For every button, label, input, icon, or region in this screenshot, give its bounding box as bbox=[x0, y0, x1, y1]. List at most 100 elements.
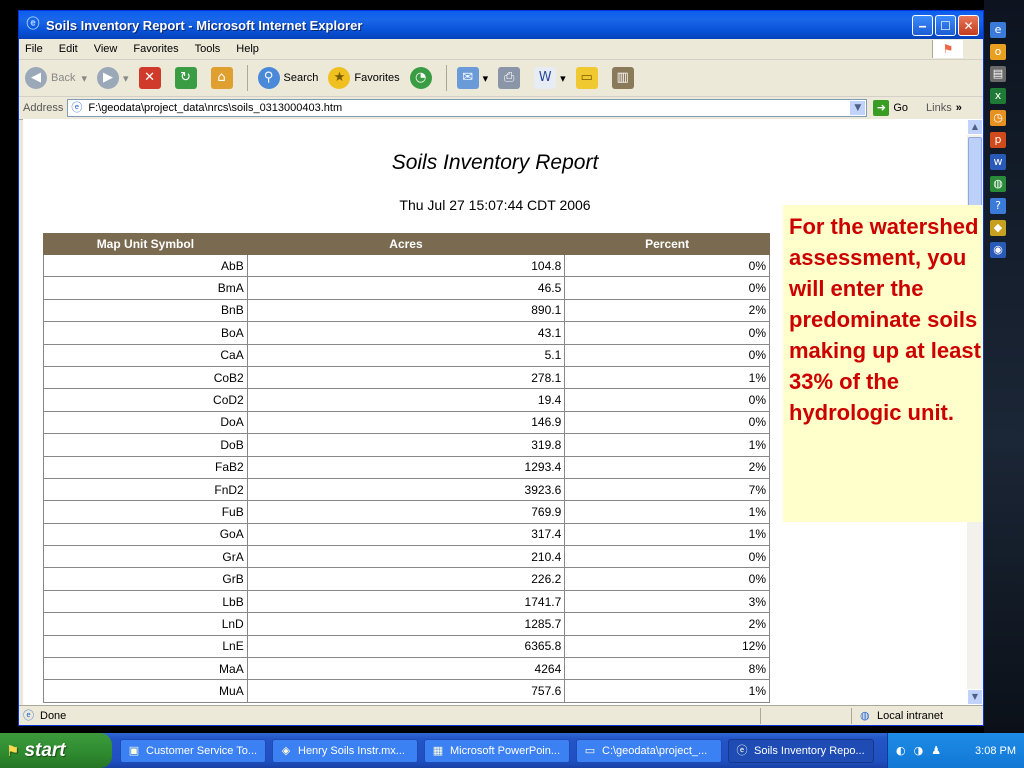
cell-percent: 0% bbox=[564, 388, 770, 412]
go-button[interactable]: ➜ Go bbox=[873, 100, 908, 116]
search-button[interactable]: ⚲ Search bbox=[257, 67, 318, 89]
media-icon[interactable]: ◉ bbox=[990, 242, 1006, 258]
cell-acres: 146.9 bbox=[246, 410, 566, 435]
cell-acres: 19.4 bbox=[246, 388, 566, 412]
antivirus-icon[interactable]: ◐ bbox=[896, 744, 906, 757]
discuss-button[interactable]: ▭ bbox=[575, 67, 602, 89]
cell-acres: 3923.6 bbox=[246, 477, 566, 502]
mail-button[interactable]: ✉ ▾ bbox=[456, 67, 489, 89]
cell-percent: 0% bbox=[564, 567, 770, 591]
maximize-button[interactable]: ☐ bbox=[935, 14, 956, 36]
favorites-button[interactable]: ★ Favorites bbox=[328, 67, 400, 89]
cell-symbol: MuA bbox=[43, 679, 248, 703]
menu-help[interactable]: Help bbox=[236, 43, 259, 55]
task-powerpoint[interactable]: ▦ Microsoft PowerPoin... bbox=[424, 738, 570, 763]
address-dropdown-icon[interactable]: ▼ bbox=[850, 101, 866, 115]
history-button[interactable]: ◔ bbox=[409, 67, 436, 89]
word-icon[interactable]: w bbox=[990, 154, 1006, 170]
cell-acres: 4264 bbox=[246, 657, 566, 681]
printer-icon[interactable]: ▤ bbox=[990, 66, 1006, 82]
search-icon: ⚲ bbox=[257, 67, 280, 89]
go-label: Go bbox=[893, 102, 909, 114]
edit-dropdown-icon[interactable]: ▾ bbox=[560, 72, 566, 85]
forward-arrow-icon: ▶ bbox=[97, 67, 119, 89]
globe-icon[interactable]: ◍ bbox=[990, 176, 1006, 192]
mail-dropdown-icon[interactable]: ▾ bbox=[483, 72, 489, 85]
menu-tools[interactable]: Tools bbox=[195, 43, 221, 55]
cell-percent: 3% bbox=[564, 589, 770, 614]
cell-acres: 890.1 bbox=[246, 298, 566, 323]
network-icon[interactable]: ◑ bbox=[914, 744, 924, 757]
favorites-label: Favorites bbox=[354, 72, 400, 84]
ie-icon[interactable]: e bbox=[990, 22, 1006, 38]
menu-favorites[interactable]: Favorites bbox=[133, 43, 178, 55]
messenger-icon[interactable]: ♟ bbox=[931, 744, 941, 757]
report-title: Soils Inventory Report bbox=[391, 151, 599, 174]
cell-symbol: LnD bbox=[43, 612, 248, 636]
history-icon: ◔ bbox=[409, 67, 432, 89]
table-body: AbB 104.8 0% BmA 46.5 0% BnB 890.1 2% BoA 43.1 0% Ca… bbox=[43, 253, 770, 703]
refresh-button[interactable]: ↻ bbox=[174, 67, 201, 89]
table-row: LnD 1285.7 2% bbox=[43, 612, 770, 636]
outlook-icon[interactable]: o bbox=[990, 44, 1006, 60]
forward-dropdown-icon[interactable]: ▾ bbox=[123, 72, 129, 85]
print-button[interactable]: ⎙ bbox=[498, 67, 524, 89]
cell-percent: 1% bbox=[564, 500, 770, 524]
cell-percent: 0% bbox=[564, 253, 770, 278]
cell-symbol: BnB bbox=[43, 298, 248, 323]
cell-acres: 104.8 bbox=[246, 253, 566, 278]
links-chevron-icon: » bbox=[955, 102, 962, 114]
task-customer-service[interactable]: ▣ Customer Service To... bbox=[120, 738, 266, 763]
help-icon[interactable]: ? bbox=[990, 198, 1006, 214]
table-row: MaA 4264 8% bbox=[43, 657, 770, 681]
stop-button[interactable]: ✕ bbox=[138, 67, 165, 89]
back-dropdown-icon[interactable]: ▾ bbox=[81, 72, 87, 85]
excel-icon[interactable]: x bbox=[990, 88, 1006, 104]
edit-button[interactable]: W ▾ bbox=[534, 67, 566, 89]
close-button[interactable]: ✕ bbox=[958, 14, 979, 36]
home-button[interactable]: ⌂ bbox=[210, 67, 237, 89]
cell-symbol: CoB2 bbox=[43, 365, 248, 390]
cell-symbol: GoA bbox=[43, 522, 248, 547]
intranet-icon: ◍ bbox=[860, 709, 870, 722]
powerpoint-icon[interactable]: p bbox=[990, 132, 1006, 148]
task-label: Microsoft PowerPoin... bbox=[450, 744, 561, 757]
app-icon: ▣ bbox=[128, 743, 140, 757]
table-row: CoD2 19.4 0% bbox=[43, 388, 770, 412]
back-button[interactable]: ◀ Back ▾ bbox=[25, 67, 87, 89]
column-header-symbol: Map Unit Symbol bbox=[43, 233, 248, 255]
menu-view[interactable]: View bbox=[94, 43, 118, 55]
start-button[interactable]: ⚑ start bbox=[0, 733, 112, 768]
cell-symbol: GrB bbox=[43, 567, 248, 591]
windows-logo-icon: ⚑ bbox=[6, 741, 20, 760]
table-row: LnE 6365.8 12% bbox=[43, 634, 770, 659]
cell-acres: 769.9 bbox=[246, 500, 566, 524]
address-input[interactable]: ⓔ F:\geodata\project_data\nrcs\soils_031… bbox=[67, 99, 868, 117]
table-row: LbB 1741.7 3% bbox=[43, 589, 770, 614]
scroll-up-button[interactable]: ▲ bbox=[967, 119, 983, 135]
cell-percent: 12% bbox=[564, 634, 770, 659]
shield-icon[interactable]: ◆ bbox=[990, 220, 1006, 236]
scroll-down-button[interactable]: ▼ bbox=[967, 689, 983, 705]
clock-icon[interactable]: ◷ bbox=[990, 110, 1006, 126]
minimize-button[interactable]: ‒ bbox=[912, 14, 933, 36]
task-explorer-folder[interactable]: ▭ C:\geodata\project_... bbox=[576, 738, 722, 763]
task-henry-soils[interactable]: ◈ Henry Soils Instr.mx... bbox=[272, 738, 418, 763]
menu-edit[interactable]: Edit bbox=[59, 43, 78, 55]
cell-acres: 210.4 bbox=[246, 545, 566, 569]
task-label: Soils Inventory Repo... bbox=[754, 744, 865, 757]
map-icon: ◈ bbox=[281, 743, 291, 757]
table-row: BnB 890.1 2% bbox=[43, 298, 770, 323]
table-row: GrA 210.4 0% bbox=[43, 545, 770, 569]
title-bar[interactable]: ⓔ Soils Inventory Report - Microsoft Int… bbox=[19, 11, 983, 39]
menu-file[interactable]: File bbox=[25, 43, 43, 55]
research-button[interactable]: ▥ bbox=[611, 67, 638, 89]
forward-button[interactable]: ▶ ▾ bbox=[97, 67, 129, 89]
task-soils-report[interactable]: ⓔ Soils Inventory Repo... bbox=[728, 738, 874, 763]
address-url[interactable]: F:\geodata\project_data\nrcs\soils_03130… bbox=[88, 102, 342, 114]
word-edit-icon: W bbox=[534, 67, 557, 89]
links-button[interactable]: Links» bbox=[926, 102, 962, 114]
address-bar: Address ⓔ F:\geodata\project_data\nrcs\s… bbox=[19, 97, 983, 120]
stop-icon: ✕ bbox=[138, 67, 161, 89]
status-pane bbox=[760, 708, 851, 724]
